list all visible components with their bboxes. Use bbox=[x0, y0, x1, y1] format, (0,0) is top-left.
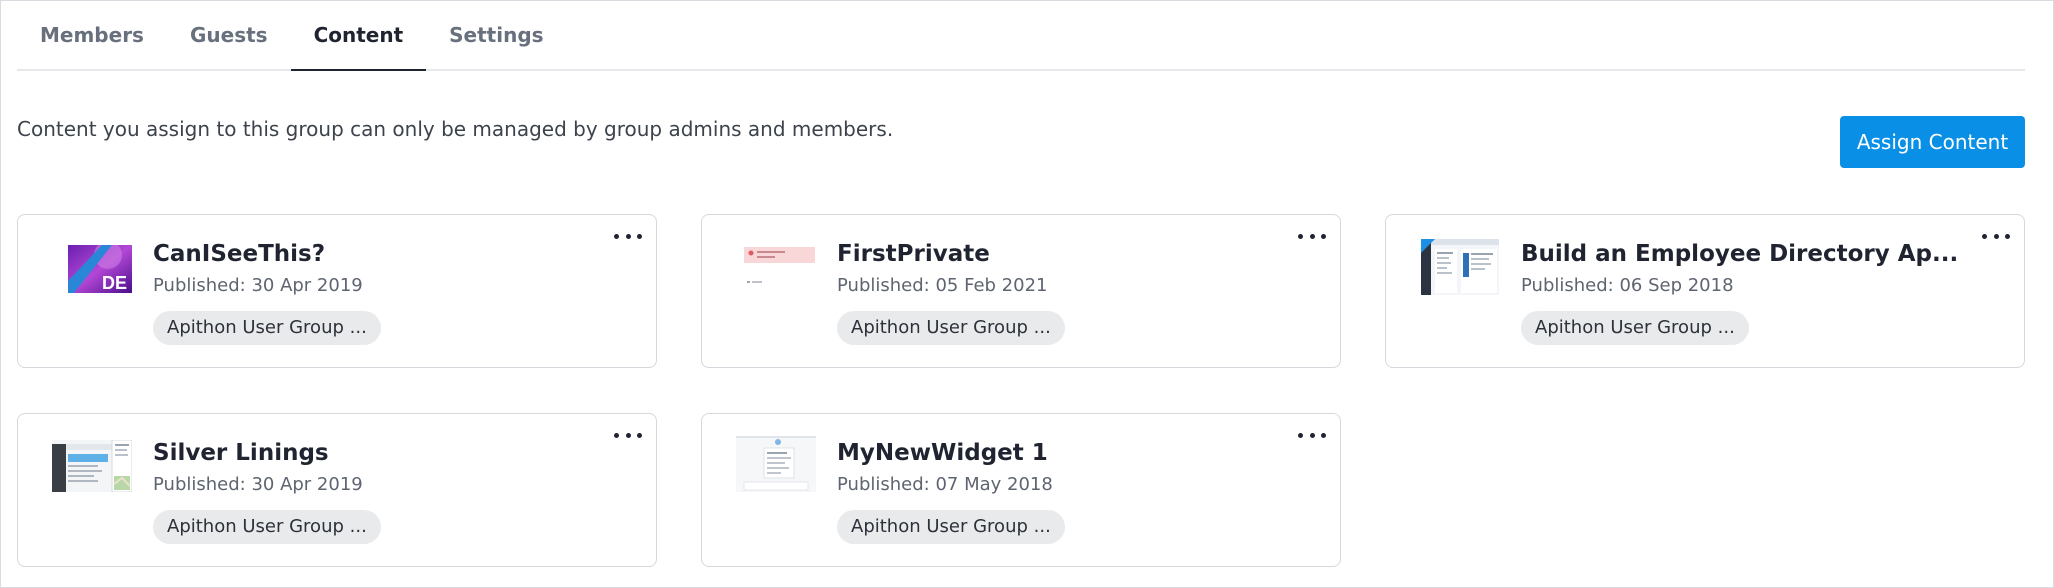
tab-bar: Members Guests Content Settings bbox=[17, 1, 2025, 71]
more-options-icon[interactable] bbox=[1982, 229, 2010, 243]
app-screenshot-thumbnail bbox=[1421, 239, 1499, 295]
card-published-date: Published: 05 Feb 2021 bbox=[837, 275, 1048, 296]
group-chip[interactable]: Apithon User Group ... bbox=[153, 311, 381, 345]
card-published-date: Published: 30 Apr 2019 bbox=[153, 275, 363, 296]
content-card[interactable]: Build an Employee Directory Ap... Publis… bbox=[1385, 214, 2025, 368]
tab-members[interactable]: Members bbox=[17, 1, 167, 69]
more-options-icon[interactable] bbox=[614, 428, 642, 442]
tab-settings[interactable]: Settings bbox=[426, 1, 566, 69]
card-published-date: Published: 30 Apr 2019 bbox=[153, 474, 363, 495]
card-title[interactable]: Silver Linings bbox=[153, 440, 329, 466]
group-chip[interactable]: Apithon User Group ... bbox=[837, 311, 1065, 345]
content-description: Content you assign to this group can onl… bbox=[17, 117, 894, 141]
card-title[interactable]: MyNewWidget 1 bbox=[837, 440, 1048, 466]
card-published-date: Published: 06 Sep 2018 bbox=[1521, 275, 1734, 296]
group-chip[interactable]: Apithon User Group ... bbox=[837, 510, 1065, 544]
content-card[interactable]: FirstPrivate Published: 05 Feb 2021 Apit… bbox=[701, 214, 1341, 368]
content-card[interactable]: MyNewWidget 1 Published: 07 May 2018 Api… bbox=[701, 413, 1341, 567]
thumb-logo-text: DE bbox=[102, 273, 127, 293]
card-published-date: Published: 07 May 2018 bbox=[837, 474, 1053, 495]
purple-banner-thumbnail: DE bbox=[68, 245, 132, 293]
assign-content-button[interactable]: Assign Content bbox=[1840, 116, 2025, 168]
widget-thumbnail bbox=[736, 436, 816, 492]
card-title[interactable]: Build an Employee Directory Ap... bbox=[1521, 241, 1958, 267]
content-card[interactable]: DE CanISeeThis? Published: 30 Apr 2019 A… bbox=[17, 214, 657, 368]
group-chip[interactable]: Apithon User Group ... bbox=[153, 510, 381, 544]
tab-content[interactable]: Content bbox=[290, 1, 427, 71]
tab-guests[interactable]: Guests bbox=[167, 1, 291, 69]
map-app-thumbnail bbox=[52, 440, 132, 492]
card-title[interactable]: CanISeeThis? bbox=[153, 241, 325, 267]
group-chip[interactable]: Apithon User Group ... bbox=[1521, 311, 1749, 345]
more-options-icon[interactable] bbox=[614, 229, 642, 243]
error-page-thumbnail bbox=[742, 245, 817, 293]
card-title[interactable]: FirstPrivate bbox=[837, 241, 990, 267]
more-options-icon[interactable] bbox=[1298, 229, 1326, 243]
content-card[interactable]: Silver Linings Published: 30 Apr 2019 Ap… bbox=[17, 413, 657, 567]
group-content-panel: Members Guests Content Settings Content … bbox=[0, 0, 2054, 588]
more-options-icon[interactable] bbox=[1298, 428, 1326, 442]
